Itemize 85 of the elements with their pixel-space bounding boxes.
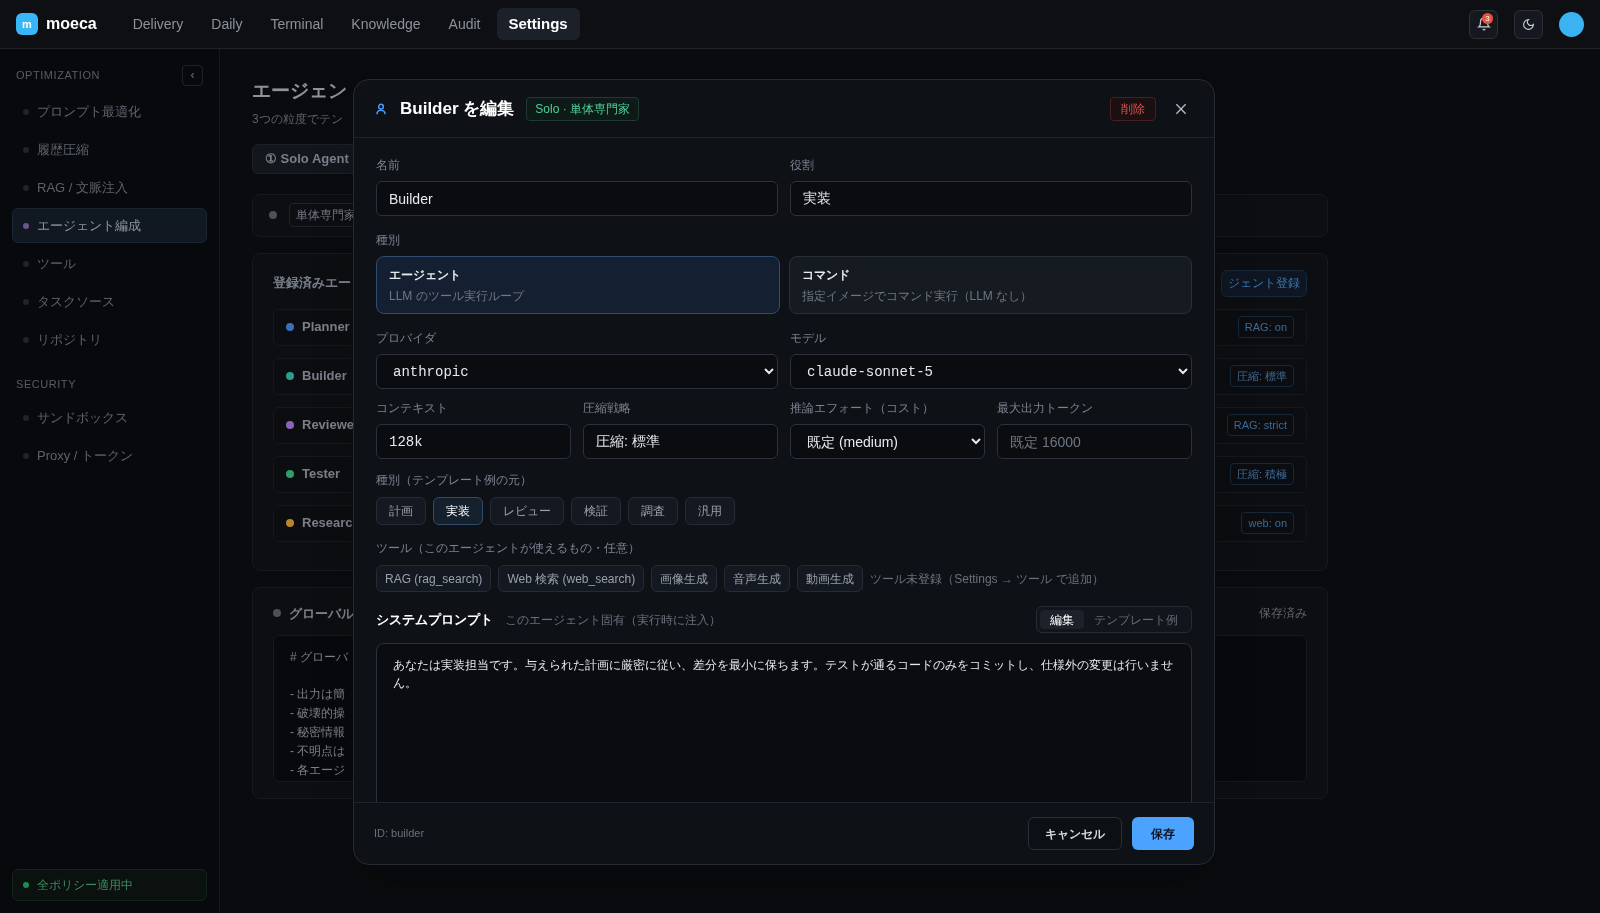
app-name: moeca xyxy=(46,14,97,34)
user-icon xyxy=(374,101,388,116)
nav-tab[interactable]: Terminal xyxy=(258,8,336,40)
page-title: エージェン xyxy=(252,79,347,103)
nav-tab[interactable]: Daily xyxy=(199,8,255,40)
user-avatar[interactable] xyxy=(1559,11,1584,37)
nav-tab[interactable]: Knowledge xyxy=(339,8,433,40)
nav-tab[interactable]: Audit xyxy=(436,8,493,40)
max-tokens-field[interactable]: 既定 16000 xyxy=(997,424,1192,459)
dialog-badge: Solo · 単体専門家 xyxy=(526,96,639,121)
context-field[interactable]: 128k xyxy=(376,424,571,459)
agent-name: Tester xyxy=(302,465,341,484)
theme-toggle-button[interactable] xyxy=(1514,9,1543,39)
category-chip[interactable]: 実装 xyxy=(433,497,483,525)
mode-tab[interactable]: 編集 xyxy=(1040,610,1084,629)
field-label: 名前 xyxy=(376,157,401,174)
tools-hint: ツール未登録（Settings → ツール で追加） xyxy=(870,570,1104,588)
category-chip[interactable]: 汎用 xyxy=(685,497,735,525)
tool-chip[interactable]: RAG (rag_search) xyxy=(376,565,492,592)
tool-chip[interactable]: 音声生成 xyxy=(724,565,791,592)
app-logo: m xyxy=(16,13,38,35)
save-button[interactable]: 保存 xyxy=(1132,817,1194,850)
agent-tag: 圧縮: 標準 xyxy=(1229,364,1294,388)
cancel-button[interactable]: キャンセル xyxy=(1028,817,1122,850)
agent-tag: web: on xyxy=(1241,511,1294,535)
notifications-button[interactable]: 3 xyxy=(1469,9,1498,39)
prompt-line: - 秘密情報 xyxy=(290,724,346,741)
bell-icon xyxy=(1476,17,1491,31)
effort-select[interactable]: 既定 (medium) xyxy=(790,424,985,459)
field-label: 種別 xyxy=(376,232,401,249)
field-label: モデル xyxy=(790,330,827,347)
sidebar-section-title: SECURITY xyxy=(16,377,77,392)
section-title: 登録済みエー xyxy=(273,274,351,293)
prompt-line: - 各エージ xyxy=(290,762,346,779)
category-chip[interactable]: 計画 xyxy=(376,497,426,525)
agent-name: Reviewe xyxy=(302,416,355,435)
provider-select[interactable]: anthropic xyxy=(376,354,778,389)
tool-chip[interactable]: Web 検索 (web_search) xyxy=(498,565,645,592)
field-label: プロバイダ xyxy=(376,330,437,347)
field-label: コンテキスト xyxy=(376,400,449,417)
model-select[interactable]: claude-sonnet-5 xyxy=(790,354,1192,389)
field-label: 圧縮戦略 xyxy=(583,400,632,417)
category-chip[interactable]: 検証 xyxy=(571,497,621,525)
prompt-title: システムプロンプト xyxy=(376,610,493,629)
tool-chip[interactable]: 画像生成 xyxy=(651,565,718,592)
page-subtitle: 3つの粒度でテン xyxy=(252,110,343,128)
prompt-line: - 不明点は xyxy=(290,743,346,760)
name-field[interactable]: Builder xyxy=(376,181,778,216)
prompt-line: - 出力は簡 xyxy=(290,686,346,703)
dialog-title: Builder を編集 xyxy=(400,97,515,120)
field-label: 役割 xyxy=(790,157,815,174)
field-label: ツール（このエージェントが使えるもの・任意） xyxy=(376,540,641,557)
notification-badge: 3 xyxy=(1482,12,1493,24)
nav-tab[interactable]: Settings xyxy=(496,8,580,40)
agent-name: Researc xyxy=(302,514,353,533)
register-agent-button[interactable]: ジェント登録 xyxy=(1221,269,1307,297)
sidebar-section-title: OPTIMIZATION xyxy=(16,68,100,84)
delete-button[interactable]: 削除 xyxy=(1110,96,1156,121)
kind-option[interactable]: コマンド 指定イメージでコマンド実行（LLM なし） xyxy=(788,256,1192,314)
agent-tag: RAG: on xyxy=(1237,315,1294,339)
field-label: 最大出力トークン xyxy=(997,400,1094,417)
category-chip[interactable]: レビュー xyxy=(490,497,564,525)
sidebar-item[interactable]: エージェント編成 xyxy=(12,208,207,243)
nav-tab[interactable]: Delivery xyxy=(120,8,196,40)
compression-field[interactable]: 圧縮: 標準 xyxy=(583,424,778,459)
field-label: 推論エフォート（コスト） xyxy=(790,400,935,417)
prompt-line: # グローバ xyxy=(290,649,348,666)
agent-id: ID: builder xyxy=(374,826,425,842)
agent-tag: RAG: strict xyxy=(1226,413,1294,437)
agent-tag: 圧縮: 積極 xyxy=(1229,462,1294,486)
save-status: 保存済み xyxy=(1259,605,1307,623)
prompt-line: - 破壊的操 xyxy=(290,705,346,722)
category-chip[interactable]: 調査 xyxy=(628,497,678,525)
role-field[interactable]: 実装 xyxy=(790,181,1192,216)
system-prompt-field[interactable]: あなたは実装担当です。与えられた計画に厳密に従い、差分を最小に保ちます。テストが通るコードのみをコミットし、仕様外の変更は行いません。 xyxy=(376,643,1192,802)
chevron-left-icon xyxy=(188,71,197,80)
tool-chip[interactable]: 動画生成 xyxy=(797,565,864,592)
moon-icon xyxy=(1522,17,1535,31)
field-label: 種別（テンプレート例の元） xyxy=(376,472,533,489)
kind-option[interactable]: エージェント LLM のツール実行ループ xyxy=(376,256,780,314)
agent-name: Builder xyxy=(302,367,347,386)
status-text: 全ポリシー適用中 xyxy=(37,877,133,894)
prompt-hint: このエージェント固有（実行時に注入） xyxy=(505,611,721,629)
section-title: グローバル xyxy=(289,604,354,623)
agent-name: Planner xyxy=(302,318,350,337)
